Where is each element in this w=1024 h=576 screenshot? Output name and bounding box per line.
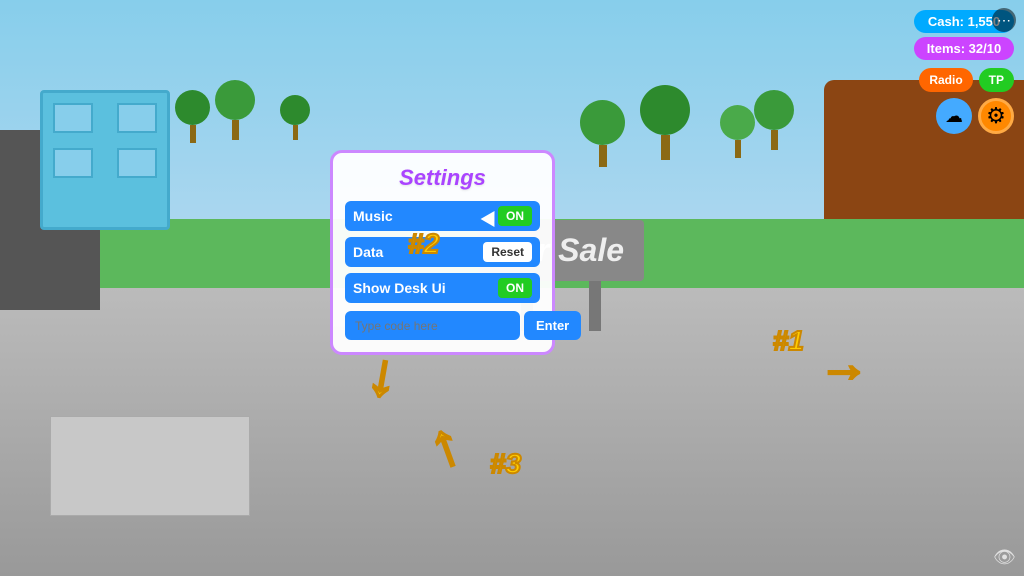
cloud-button[interactable]: ☁	[936, 98, 972, 134]
tree-2	[215, 80, 255, 140]
items-badge: Items: 32/10	[914, 37, 1014, 60]
settings-row-deskui: Show Desk Ui ON	[345, 273, 540, 303]
tp-button[interactable]: TP	[979, 68, 1014, 92]
gear-icon: ⚙	[986, 103, 1006, 129]
settings-panel: Settings Music ON Data Reset Show Desk U…	[330, 150, 555, 355]
blue-building	[40, 90, 170, 230]
cloud-icon: ☁	[945, 106, 963, 127]
desk-ui-label: Show Desk Ui	[353, 280, 446, 296]
arrow-right-gear: →	[819, 335, 869, 393]
step-3-label: #3	[490, 448, 521, 480]
music-toggle[interactable]: ON	[498, 206, 532, 226]
eye-icon: 👁	[993, 547, 1016, 568]
sidewalk	[50, 416, 250, 516]
tree-3	[280, 95, 310, 140]
settings-title: Settings	[345, 165, 540, 191]
tree-7	[754, 90, 794, 150]
more-options-icon: ⋯	[997, 12, 1011, 29]
gear-button[interactable]: ⚙	[978, 98, 1014, 134]
radio-button[interactable]: Radio	[919, 68, 972, 92]
hud-bottom-row: ☁ ⚙	[936, 98, 1014, 134]
tree-4	[580, 100, 625, 167]
desk-ui-toggle[interactable]: ON	[498, 278, 532, 298]
step-2-label: #2	[408, 228, 439, 260]
step-1-label: #1	[773, 325, 804, 357]
code-input[interactable]	[345, 311, 520, 340]
tree-5	[640, 85, 690, 160]
more-options-button[interactable]: ⋯	[992, 8, 1016, 32]
settings-row-data: Data Reset	[345, 237, 540, 267]
settings-row-music: Music ON	[345, 201, 540, 231]
tree-6	[720, 105, 755, 158]
data-label: Data	[353, 244, 383, 260]
code-row: Enter	[345, 311, 540, 340]
enter-button[interactable]: Enter	[524, 311, 581, 340]
hud-buttons: Radio TP	[919, 68, 1014, 92]
tree-1	[175, 90, 210, 143]
music-label: Music	[353, 208, 393, 224]
data-reset-button[interactable]: Reset	[483, 242, 532, 262]
